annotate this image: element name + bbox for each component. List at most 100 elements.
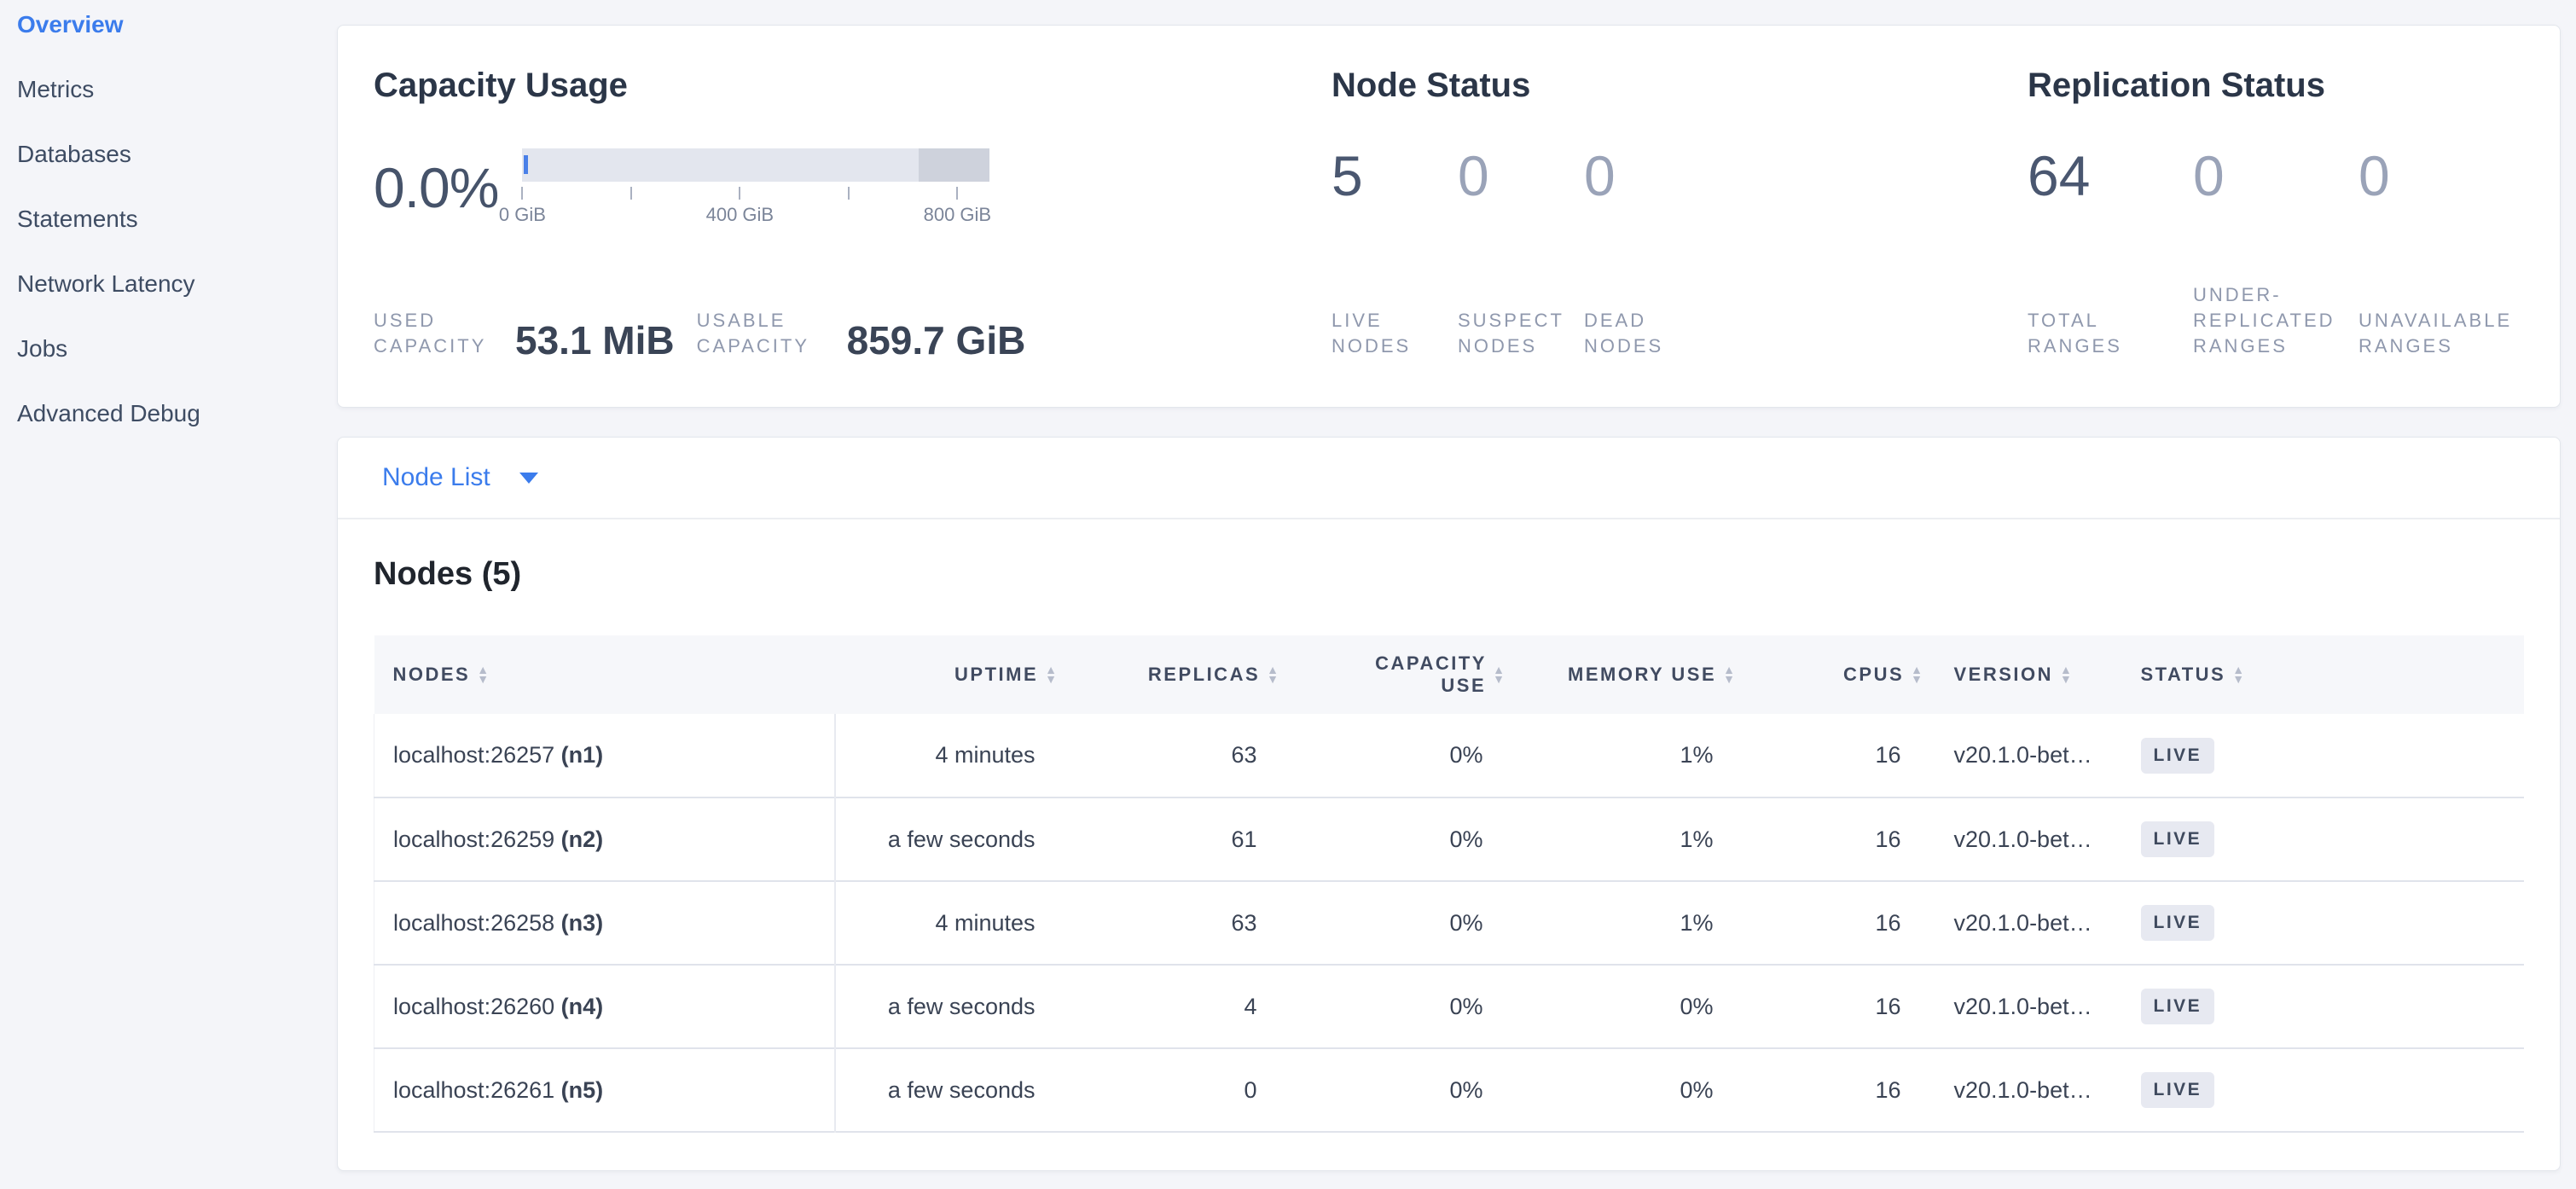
sidebar-item-network-latency[interactable]: Network Latency (17, 270, 337, 299)
sort-icon[interactable]: ▲▼ (1911, 665, 1924, 684)
sort-icon[interactable]: ▲▼ (1723, 665, 1737, 684)
column-label: REPLICAS (1148, 664, 1260, 686)
column-label: MEMORY USE (1568, 664, 1716, 686)
cell-spacer (2288, 965, 2525, 1048)
table-row: localhost:26258 (n3)4 minutes630%1%16v20… (374, 881, 2525, 965)
stat-value: 0 (1458, 145, 1584, 206)
usable-capacity-label: USABLE CAPACITY (697, 308, 833, 359)
column-label: CAPACITY USE (1375, 652, 1486, 697)
stat-label: UNAVAILABLE RANGES (2358, 308, 2499, 359)
stat-under-replicated-ranges: 0UNDER-REPLICATED RANGES (2193, 145, 2358, 359)
cell-cpus: 16 (1746, 965, 1934, 1048)
sidebar-item-advanced-debug[interactable]: Advanced Debug (17, 399, 337, 428)
column-label: UPTIME (954, 664, 1038, 686)
used-capacity-marker (524, 155, 528, 174)
used-capacity-label: USED CAPACITY (374, 308, 502, 359)
column-header-capacity-use[interactable]: CAPACITY USE ▲▼ (1290, 635, 1516, 714)
replication-status-section: Replication Status 64TOTAL RANGES0UNDER-… (2028, 67, 2524, 359)
cell-memory-use: 1% (1516, 714, 1746, 798)
cell-nodes[interactable]: localhost:26260 (n4) (374, 965, 835, 1048)
axis-tick (630, 187, 632, 200)
cell-status: LIVE (2117, 881, 2288, 965)
cell-uptime: a few seconds (835, 965, 1068, 1048)
cell-capacity-use: 0% (1290, 714, 1516, 798)
sort-icon[interactable]: ▲▼ (1267, 665, 1280, 684)
capacity-bar (522, 148, 989, 182)
cell-nodes[interactable]: localhost:26257 (n1) (374, 714, 835, 798)
cell-memory-use: 0% (1516, 1048, 1746, 1132)
sort-icon[interactable]: ▲▼ (1045, 665, 1059, 684)
sidebar-item-databases[interactable]: Databases (17, 140, 337, 169)
cell-version: v20.1.0-bet… (1934, 965, 2117, 1048)
column-header-content: MEMORY USE ▲▼ (1516, 664, 1738, 686)
cell-nodes[interactable]: localhost:26259 (n2) (374, 798, 835, 881)
node-status-title: Node Status (1332, 67, 2028, 104)
status-badge: LIVE (2141, 905, 2215, 941)
axis-tick (521, 187, 523, 200)
cell-spacer (2288, 798, 2525, 881)
column-label: VERSION (1954, 664, 2054, 686)
sidebar-item-jobs[interactable]: Jobs (17, 334, 337, 363)
axis-tick (848, 187, 850, 200)
cell-nodes[interactable]: localhost:26258 (n3) (374, 881, 835, 965)
cell-uptime: 4 minutes (835, 714, 1068, 798)
node-list-dropdown[interactable]: Node List (338, 438, 2560, 519)
sort-icon[interactable]: ▲▼ (1493, 665, 1506, 684)
status-badge: LIVE (2141, 1072, 2215, 1108)
column-header-content: STATUS ▲▼ (2117, 664, 2279, 686)
column-header-content: NODES▲▼ (374, 664, 827, 686)
cell-replicas: 63 (1068, 714, 1290, 798)
column-header-cpus[interactable]: CPUS ▲▼ (1746, 635, 1934, 714)
capacity-usage-title: Capacity Usage (374, 67, 1332, 104)
column-header-replicas[interactable]: REPLICAS ▲▼ (1068, 635, 1290, 714)
stat-label: DEAD NODES (1584, 308, 1710, 359)
node-status-section: Node Status 5LIVE NODES0SUSPECT NODES0DE… (1332, 67, 2028, 359)
nodes-table: NODES▲▼UPTIME▲▼REPLICAS▲▼CAPACITY USE▲▼M… (374, 635, 2524, 1133)
sort-icon[interactable]: ▲▼ (2232, 665, 2246, 684)
cell-replicas: 0 (1068, 1048, 1290, 1132)
node-status-stats: 5LIVE NODES0SUSPECT NODES0DEAD NODES (1332, 145, 2028, 359)
nodes-table-section: Nodes (5) NODES▲▼UPTIME▲▼REPLICAS▲▼CAPAC… (338, 519, 2560, 1170)
cell-uptime: a few seconds (835, 798, 1068, 881)
cell-version: v20.1.0-bet… (1934, 881, 2117, 965)
cell-capacity-use: 0% (1290, 965, 1516, 1048)
sidebar-item-overview[interactable]: Overview (17, 10, 337, 39)
stat-total-ranges: 64TOTAL RANGES (2028, 145, 2193, 359)
column-header-content: UPTIME ▲▼ (835, 664, 1059, 686)
node-id: (n2) (561, 826, 604, 852)
cell-nodes[interactable]: localhost:26261 (n5) (374, 1048, 835, 1132)
stat-suspect-nodes: 0SUSPECT NODES (1458, 145, 1584, 359)
sidebar-item-metrics[interactable]: Metrics (17, 75, 337, 104)
column-header-version[interactable]: VERSION ▲▼ (1934, 635, 2117, 714)
node-id: (n3) (561, 910, 604, 936)
node-list-dropdown-label: Node List (382, 463, 490, 492)
cell-capacity-use: 0% (1290, 881, 1516, 965)
replication-status-stats: 64TOTAL RANGES0UNDER-REPLICATED RANGES0U… (2028, 145, 2524, 359)
column-header-memory-use[interactable]: MEMORY USE ▲▼ (1516, 635, 1746, 714)
cell-uptime: a few seconds (835, 1048, 1068, 1132)
capacity-axis-labels: 0 GiB400 GiB800 GiB (522, 204, 989, 226)
column-header-uptime[interactable]: UPTIME ▲▼ (835, 635, 1068, 714)
node-address: localhost:26258 (393, 910, 554, 936)
node-address: localhost:26257 (393, 742, 554, 768)
column-label: CPUS (1843, 664, 1904, 686)
column-label: STATUS (2141, 664, 2226, 686)
cell-replicas: 61 (1068, 798, 1290, 881)
column-header-nodes[interactable]: NODES▲▼ (374, 635, 835, 714)
cell-cpus: 16 (1746, 714, 1934, 798)
axis-tick-label: 400 GiB (706, 204, 775, 226)
cell-status: LIVE (2117, 714, 2288, 798)
column-header-spacer (2288, 635, 2525, 714)
capacity-bar-chart: 0 GiB400 GiB800 GiB (522, 148, 989, 226)
sidebar-item-statements[interactable]: Statements (17, 205, 337, 234)
stat-unavailable-ranges: 0UNAVAILABLE RANGES (2358, 145, 2524, 359)
used-capacity-value: 53.1 MiB (515, 322, 675, 359)
sort-icon[interactable]: ▲▼ (2060, 665, 2074, 684)
stat-label: LIVE NODES (1332, 308, 1458, 359)
chevron-down-icon (519, 473, 538, 484)
sort-icon[interactable]: ▲▼ (477, 665, 490, 684)
usable-capacity-stat: USABLE CAPACITY 859.7 GiB (697, 308, 1026, 359)
table-row: localhost:26260 (n4)a few seconds40%0%16… (374, 965, 2525, 1048)
capacity-usage-chart: 0.0% 0 GiB400 GiB800 GiB (374, 148, 1332, 226)
column-header-status[interactable]: STATUS ▲▼ (2117, 635, 2288, 714)
